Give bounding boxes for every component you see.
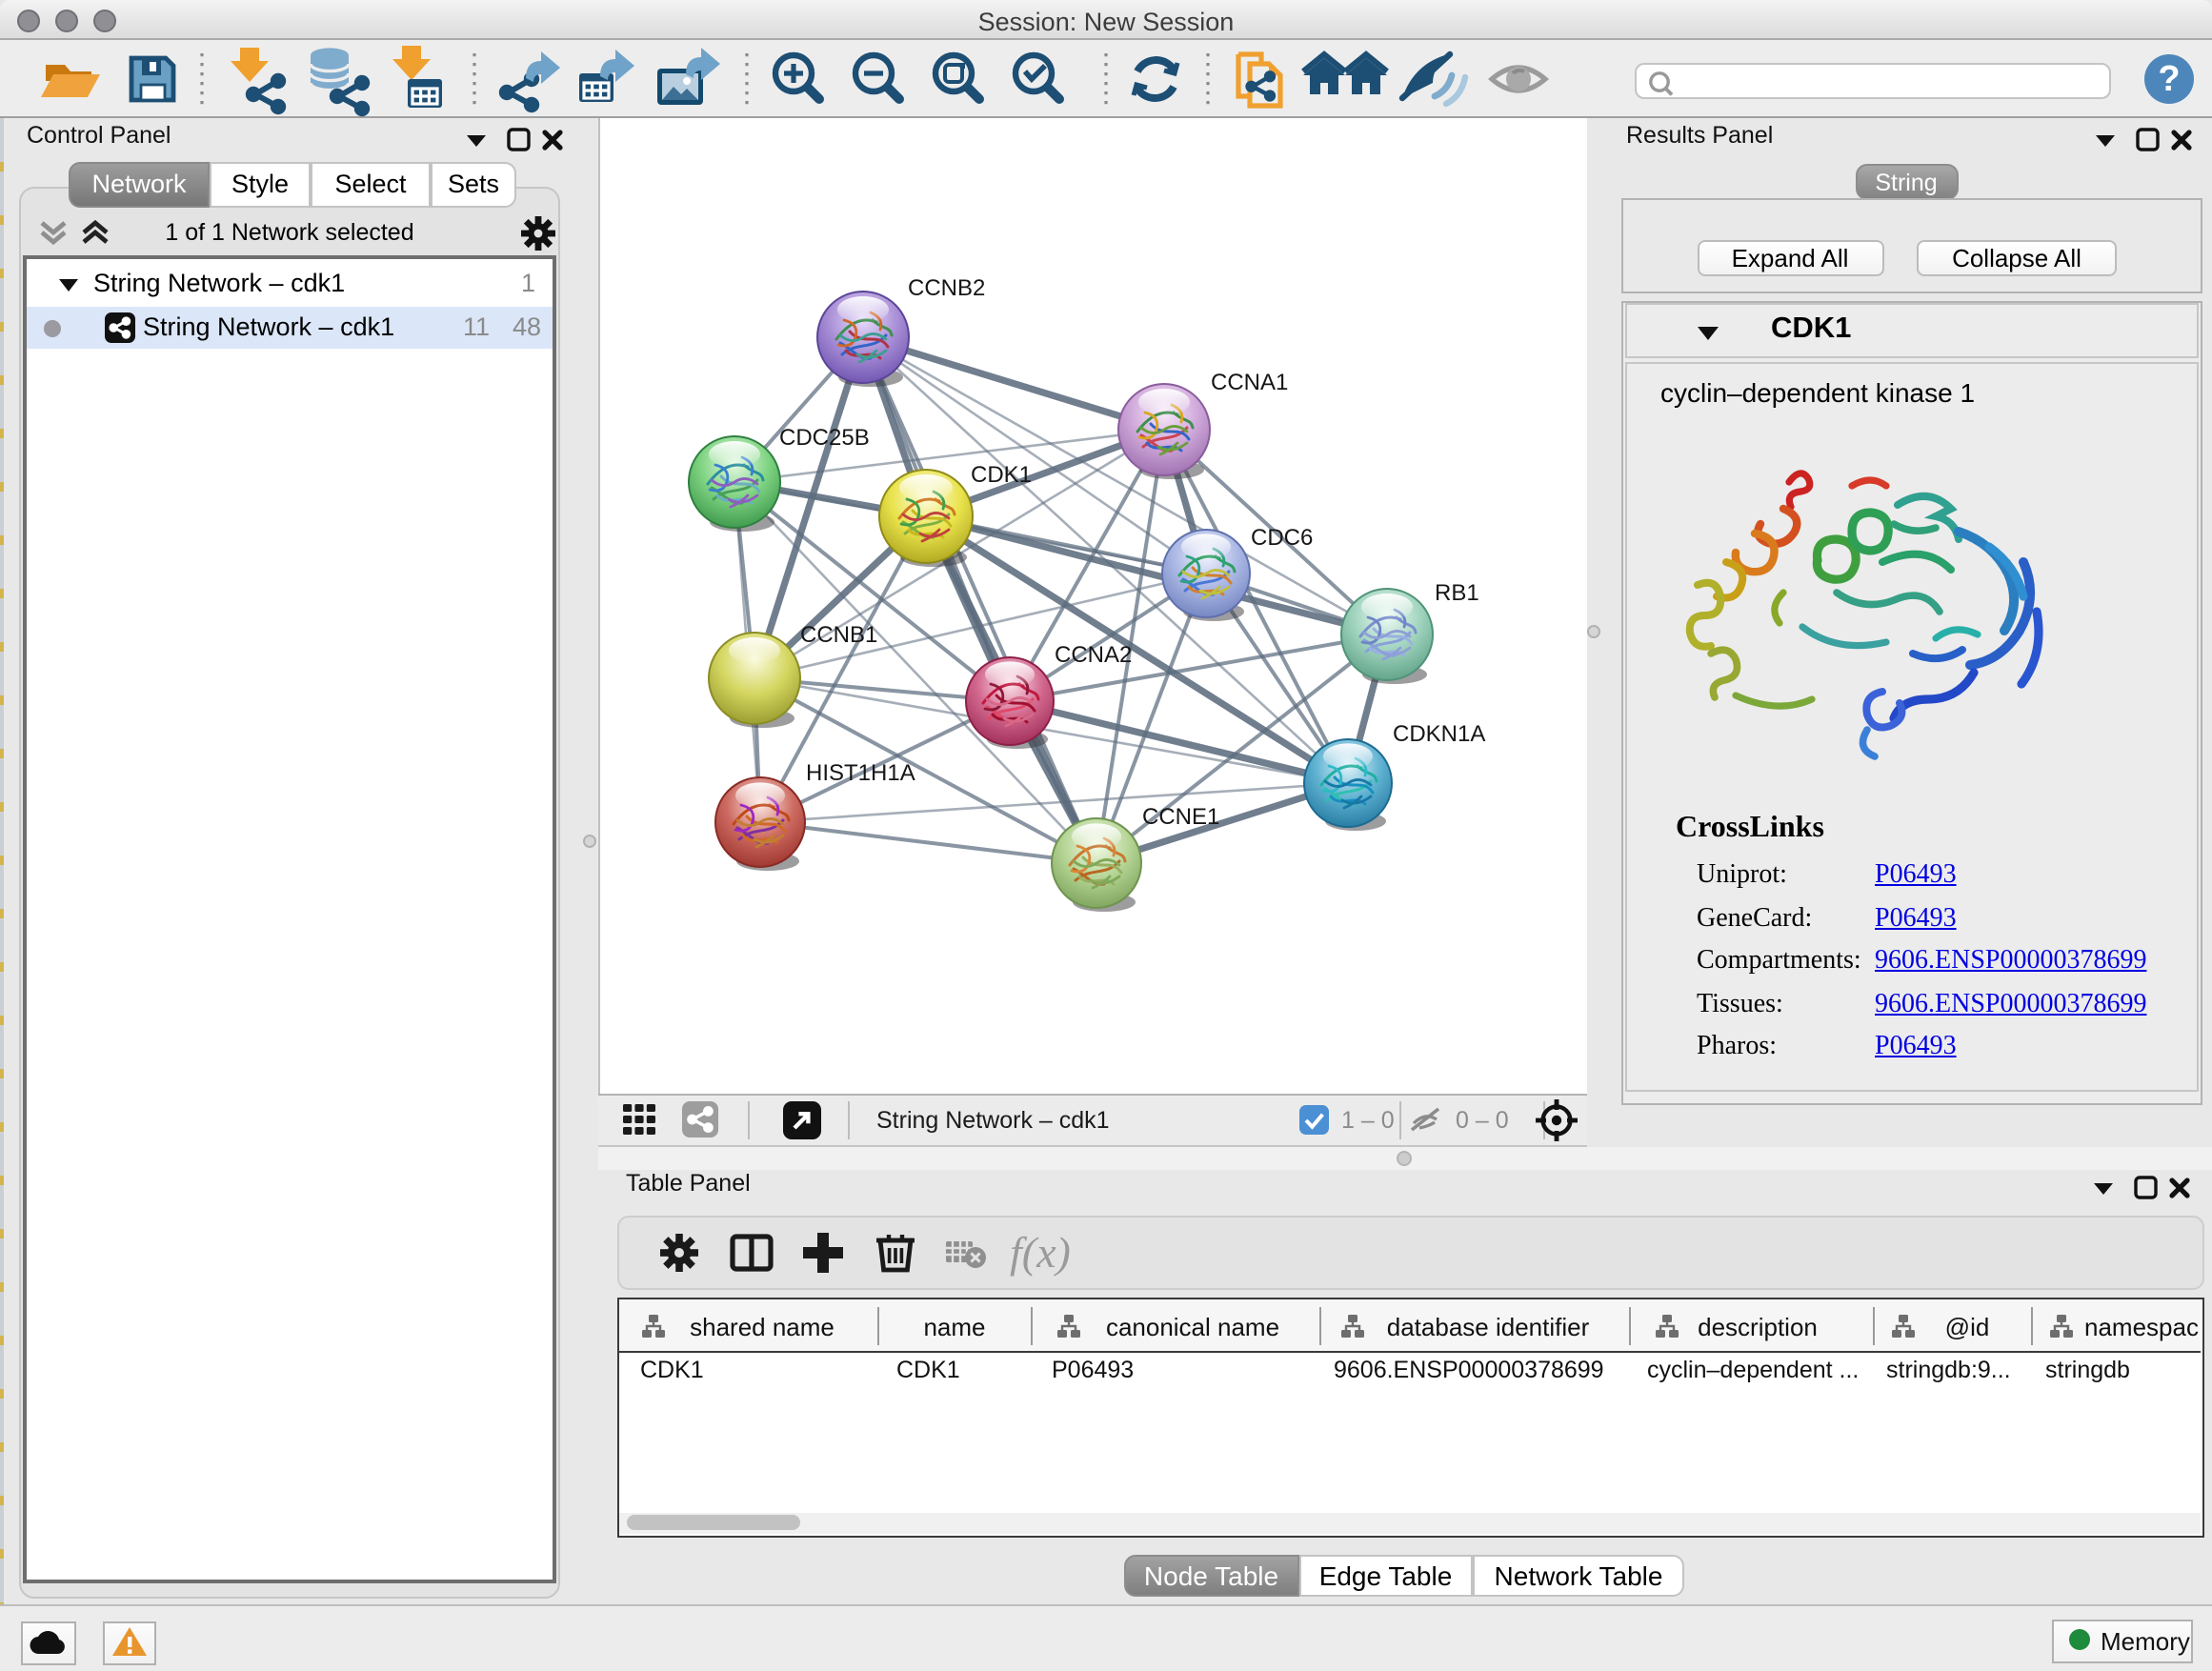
- svg-text:name: name: [922, 1313, 984, 1341]
- svg-text:CCNB2: CCNB2: [908, 275, 985, 301]
- svg-text:RB1: RB1: [1435, 580, 1479, 606]
- svg-text:CCNE1: CCNE1: [1142, 804, 1219, 830]
- svg-text:HIST1H1A: HIST1H1A: [806, 760, 915, 786]
- svg-text:CCNA2: CCNA2: [1055, 642, 1132, 668]
- svg-text:CCNA1: CCNA1: [1211, 370, 1288, 395]
- svg-text:database identifier: database identifier: [1386, 1313, 1589, 1341]
- svg-text:CDK1: CDK1: [971, 462, 1032, 488]
- svg-text:CCNB1: CCNB1: [800, 622, 877, 648]
- svg-text:canonical name: canonical name: [1105, 1313, 1278, 1341]
- svg-text:f(x): f(x): [1009, 1228, 1070, 1277]
- svg-text:@id: @id: [1944, 1313, 1989, 1341]
- svg-text:CDKN1A: CDKN1A: [1393, 721, 1485, 747]
- svg-text:?: ?: [2158, 59, 2180, 99]
- svg-text:description: description: [1697, 1313, 1817, 1341]
- svg-text:shared name: shared name: [689, 1313, 834, 1341]
- svg-text:CDC6: CDC6: [1251, 525, 1313, 551]
- svg-text:namespac: namespac: [2083, 1313, 2198, 1341]
- svg-text:CDC25B: CDC25B: [779, 425, 870, 451]
